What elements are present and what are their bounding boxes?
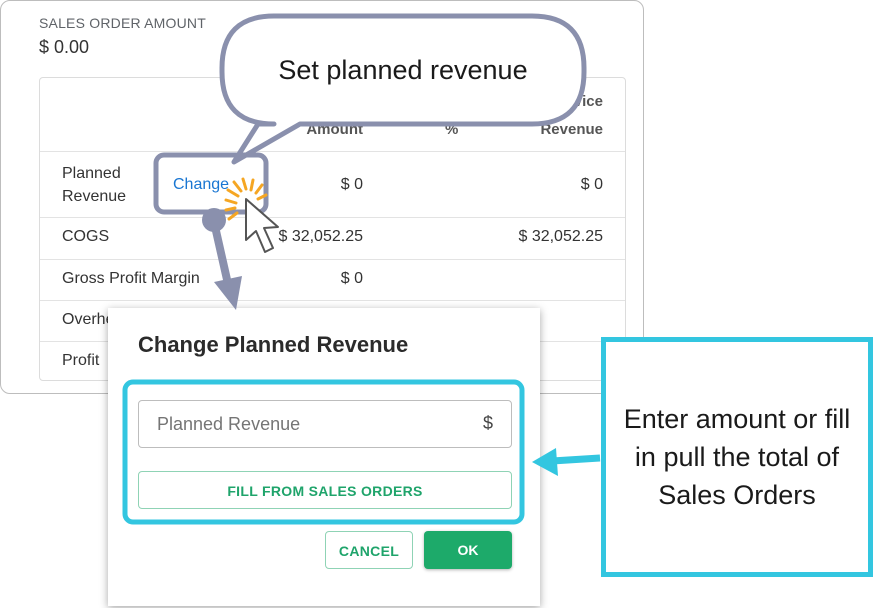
table-row: COGS $ 32,052.25 $ 32,052.25 (40, 217, 625, 259)
cogs-revenue: $ 32,052.25 (518, 228, 603, 245)
table-row: Planned Revenue Change $ 0 $ 0 (40, 151, 625, 217)
fill-from-sales-orders-button[interactable]: FILL FROM SALES ORDERS (138, 471, 512, 509)
planned-revenue-label-line1: Planned (62, 165, 121, 182)
instruction-note-text: Enter amount or fill in pull the total o… (623, 404, 851, 510)
dialog-title: Change Planned Revenue (138, 332, 409, 357)
gross-profit-margin-amount: $ 0 (340, 270, 363, 287)
change-planned-revenue-link[interactable]: Change (173, 176, 229, 194)
ok-button[interactable]: OK (424, 531, 512, 569)
planned-revenue-amount: $ 0 (340, 176, 363, 193)
profit-label: Profit (62, 352, 100, 369)
instruction-note: Enter amount or fill in pull the total o… (601, 337, 873, 577)
sales-order-amount-value: $ 0.00 (39, 37, 90, 57)
gross-profit-margin-label: Gross Profit Margin (62, 270, 200, 287)
sales-order-amount-label: SALES ORDER AMOUNT (39, 15, 206, 31)
overhead-label: Overhe (62, 311, 115, 328)
planned-revenue-field[interactable]: $ (138, 400, 512, 448)
table-row: Gross Profit Margin $ 0 (40, 259, 625, 300)
planned-revenue-revenue: $ 0 (580, 176, 603, 193)
cancel-button[interactable]: CANCEL (325, 531, 413, 569)
planned-revenue-input[interactable] (139, 401, 511, 447)
cogs-amount: $ 32,052.25 (278, 228, 363, 245)
change-planned-revenue-dialog: Change Planned Revenue $ FILL FROM SALES… (108, 308, 540, 606)
currency-symbol: $ (482, 413, 493, 433)
cogs-label: COGS (62, 228, 110, 245)
planned-revenue-label: Planned Revenue (62, 162, 126, 208)
callout-text: Set planned revenue (278, 54, 528, 85)
planned-revenue-label-line2: Revenue (62, 188, 127, 205)
